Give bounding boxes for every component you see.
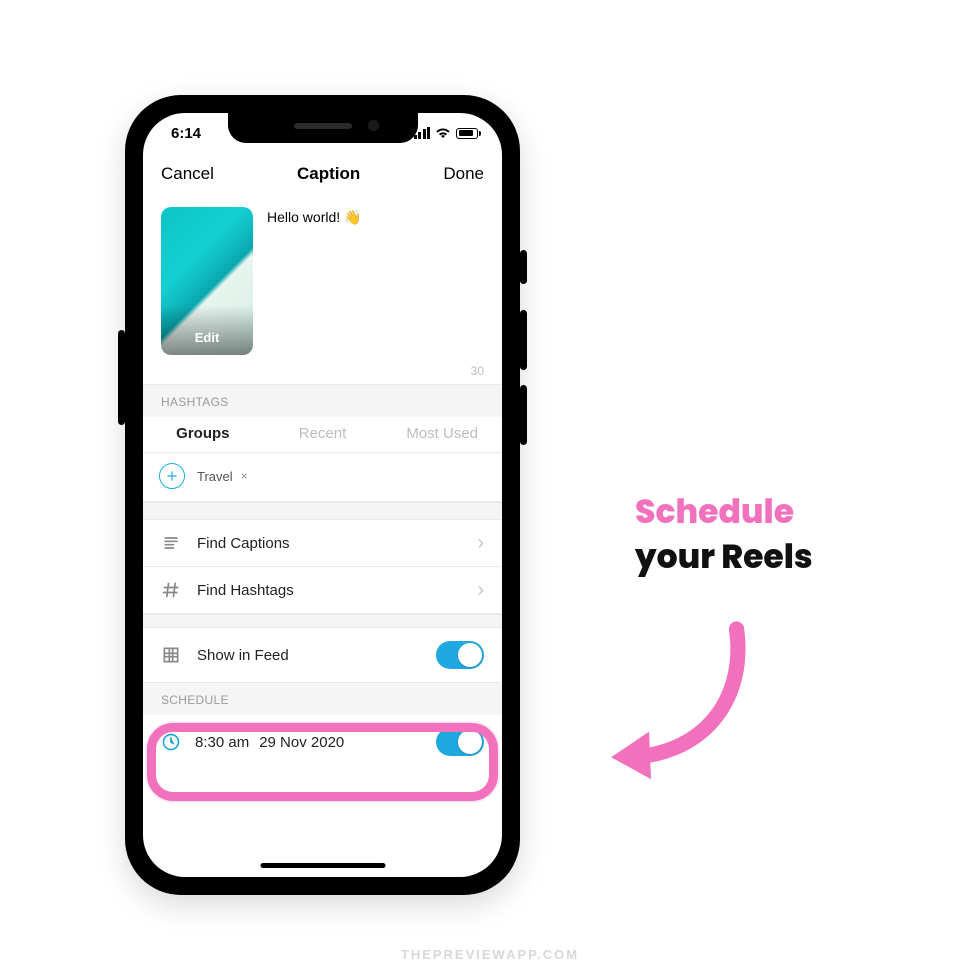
tag-row: Travel × [143,453,502,502]
char-count: 30 [143,360,502,384]
annotation-line2: your Reels [635,535,813,580]
cancel-button[interactable]: Cancel [161,164,214,184]
tab-most-used[interactable]: Most Used [382,425,502,442]
find-captions-row[interactable]: Find Captions › [143,520,502,567]
hashtag-tabs: Groups Recent Most Used [143,417,502,453]
annotation-line1: Schedule [635,490,813,535]
home-indicator [260,863,385,868]
section-hashtags: HASHTAGS [143,384,502,417]
mute-switch [520,250,527,284]
screen: 6:14 Cancel Caption Done Ed [143,113,502,877]
chevron-right-icon: › [477,533,484,553]
caption-input[interactable]: Hello world! 👋 [267,207,361,360]
power-button [118,330,125,425]
caption-area: Edit Hello world! 👋 [143,195,502,360]
schedule-row[interactable]: 8:30 am 29 Nov 2020 [143,715,502,769]
hash-icon [161,580,181,600]
nav-bar: Cancel Caption Done [143,153,502,195]
clock-icon [161,732,181,752]
chevron-right-icon: › [477,580,484,600]
done-button[interactable]: Done [443,164,484,184]
find-captions-label: Find Captions [197,535,461,552]
wifi-icon [435,125,451,142]
watermark: THEPREVIEWAPP.COM [0,947,980,962]
annotation-text: Schedule your Reels [635,490,813,579]
volume-up [520,310,527,370]
section-schedule: SCHEDULE [143,683,502,715]
phone-frame: 6:14 Cancel Caption Done Ed [125,95,520,895]
show-in-feed-row: Show in Feed [143,628,502,683]
tag-chip[interactable]: Travel × [197,469,248,484]
schedule-time: 8:30 am [195,734,249,751]
edit-button[interactable]: Edit [195,330,220,355]
battery-icon [456,128,478,139]
status-time: 6:14 [171,125,201,142]
media-thumbnail[interactable]: Edit [161,207,253,355]
volume-down [520,385,527,445]
find-hashtags-label: Find Hashtags [197,582,461,599]
add-tag-button[interactable] [159,463,185,489]
spacer [143,502,502,520]
notch [228,113,418,143]
list-icon [161,533,181,553]
tab-recent[interactable]: Recent [263,425,383,442]
arrow-icon [575,610,765,800]
schedule-date: 29 Nov 2020 [259,734,344,751]
page-title: Caption [297,164,360,184]
tag-remove[interactable]: × [241,469,248,483]
grid-icon [161,645,181,665]
spacer [143,614,502,628]
schedule-toggle[interactable] [436,728,484,756]
tab-groups[interactable]: Groups [143,425,263,442]
show-in-feed-label: Show in Feed [197,647,420,664]
show-in-feed-toggle[interactable] [436,641,484,669]
find-hashtags-row[interactable]: Find Hashtags › [143,567,502,614]
tag-name: Travel [197,469,233,484]
